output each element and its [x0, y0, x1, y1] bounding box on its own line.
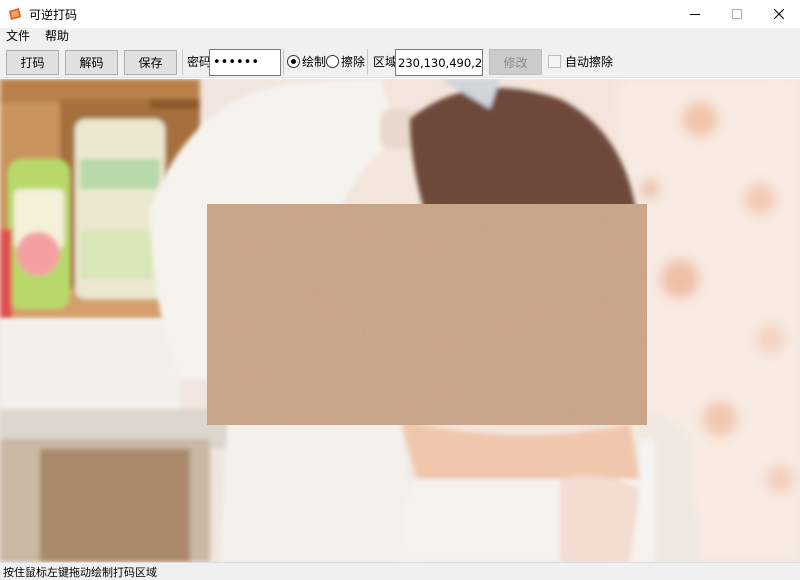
region-label: 区域	[373, 55, 398, 69]
menu-help[interactable]: 帮助	[39, 28, 74, 44]
status-text: 按住鼠标左键拖动绘制打码区域	[3, 565, 157, 579]
photo-image	[0, 79, 800, 562]
draw-radio[interactable]	[287, 55, 300, 68]
erase-radio[interactable]	[326, 55, 339, 68]
menu-file[interactable]: 文件	[0, 28, 35, 44]
password-input[interactable]: ••••••	[209, 49, 281, 76]
title-bar: 可逆打码	[0, 0, 800, 28]
auto-erase-label: 自动擦除	[565, 55, 614, 69]
toolbar: 打码 解码 保存 密码 •••••• 绘制 擦除 区域 230,130,490,…	[0, 44, 800, 78]
window-title: 可逆打码	[29, 7, 78, 22]
maximize-button[interactable]	[716, 0, 758, 28]
region-input[interactable]: 230,130,490,230	[395, 49, 483, 76]
status-bar: 按住鼠标左键拖动绘制打码区域	[0, 562, 800, 580]
toolbar-separator	[182, 49, 183, 75]
save-button[interactable]: 保存	[124, 50, 177, 75]
minimize-icon	[690, 14, 700, 15]
maximize-icon	[732, 9, 742, 19]
toolbar-separator	[367, 49, 368, 75]
encode-button[interactable]: 打码	[6, 50, 59, 75]
close-icon	[774, 9, 784, 19]
minimize-button[interactable]	[674, 0, 716, 28]
toolbar-separator	[283, 49, 284, 75]
erase-radio-label: 擦除	[341, 55, 366, 69]
image-canvas[interactable]	[0, 79, 800, 562]
decode-button[interactable]: 解码	[65, 50, 118, 75]
auto-erase-checkbox[interactable]	[548, 55, 561, 68]
mosaic-region	[207, 204, 647, 425]
menu-bar: 文件 帮助	[0, 28, 800, 44]
close-button[interactable]	[758, 0, 800, 28]
window-controls	[674, 0, 800, 28]
password-label: 密码	[187, 55, 212, 69]
app-icon	[8, 8, 22, 20]
modify-button[interactable]: 修改	[489, 49, 542, 75]
draw-radio-label: 绘制	[302, 55, 327, 69]
